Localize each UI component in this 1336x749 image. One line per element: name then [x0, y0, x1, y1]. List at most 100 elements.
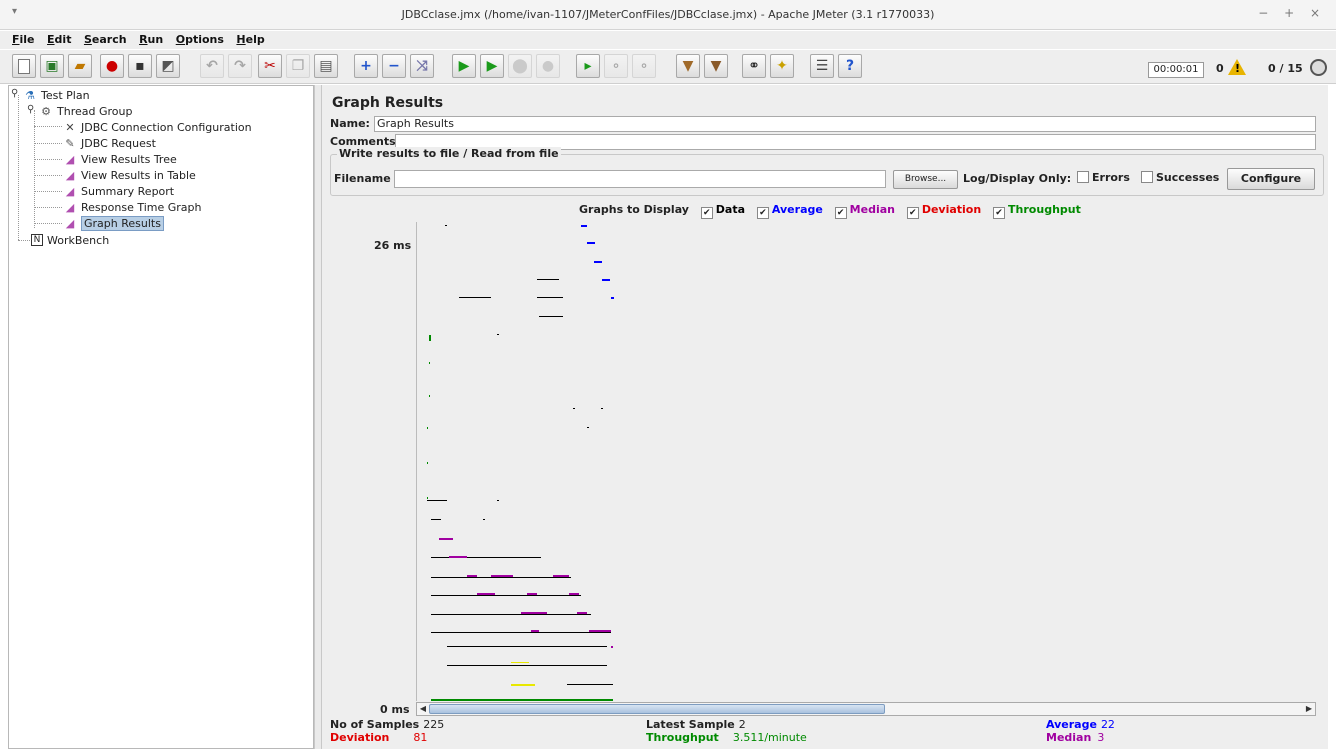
start-icon[interactable]: ▶ — [452, 54, 476, 78]
open-icon[interactable]: ▰ — [68, 54, 92, 78]
warning-icon[interactable] — [1228, 59, 1246, 75]
test-plan-icon: ⚗ — [25, 88, 35, 102]
stat-value: 3 — [1097, 731, 1105, 744]
toggle-icon[interactable]: ⤨ — [410, 54, 434, 78]
configure-button[interactable]: Configure — [1227, 168, 1315, 190]
pipette-icon: ✎ — [65, 136, 75, 150]
undo-icon[interactable]: ↶ — [200, 54, 224, 78]
tree-node-graph-results[interactable]: ◢ Graph Results — [63, 215, 164, 231]
average-mark — [602, 279, 610, 281]
graph-toggle-data[interactable]: ✔ Data — [700, 203, 746, 219]
listener-chart-icon: ◢ — [65, 184, 75, 198]
menu-file[interactable]: File — [12, 31, 35, 49]
errors-check-box[interactable] — [1077, 171, 1089, 183]
graph-toggle-throughput[interactable]: ✔ Throughput — [993, 203, 1081, 219]
menu-help[interactable]: Help — [236, 31, 264, 49]
shutdown-icon[interactable]: ● — [536, 54, 560, 78]
errors-checkbox[interactable]: Errors — [1077, 171, 1130, 184]
expand-toggle-icon[interactable]: ⚲ — [27, 104, 34, 115]
tree-node-workbench[interactable]: N WorkBench — [31, 232, 109, 248]
median-mark — [491, 575, 513, 577]
filename-input[interactable] — [394, 170, 886, 188]
function-helper-icon[interactable]: ☰ — [810, 54, 834, 78]
data-point — [447, 665, 607, 666]
data-point — [459, 297, 491, 298]
expand-all-icon[interactable]: + — [354, 54, 378, 78]
copy-icon[interactable]: ❐ — [286, 54, 310, 78]
tree-node-view-results-tree[interactable]: ◢ View Results Tree — [63, 151, 177, 167]
clear-icon[interactable]: ▼ — [676, 54, 700, 78]
cut-icon[interactable]: ✂ — [258, 54, 282, 78]
paste-icon[interactable]: ▤ — [314, 54, 338, 78]
tree-node-label: Summary Report — [81, 184, 175, 198]
graph-toggle-deviation[interactable]: ✔ Deviation — [906, 203, 982, 219]
deviation-mark — [511, 684, 535, 686]
filename-label: Filename — [334, 172, 391, 185]
error-count: 0 — [1216, 62, 1224, 75]
tree-node-thread-group[interactable]: ⚙ Thread Group — [39, 103, 132, 119]
window-controls[interactable]: − + × — [1258, 6, 1326, 20]
menu-run[interactable]: Run — [139, 31, 163, 49]
stop-icon[interactable]: ⬤ — [508, 54, 532, 78]
save-icon[interactable]: ▪ — [128, 54, 152, 78]
search-icon[interactable]: ⚭ — [742, 54, 766, 78]
clear-all-icon[interactable]: ▼ — [704, 54, 728, 78]
graph-plot-area — [416, 222, 1316, 701]
graph-toggle-label: Deviation — [921, 203, 982, 216]
scroll-right-icon[interactable]: ▶ — [1303, 703, 1315, 715]
tree-node-jdbc-request[interactable]: ✎ JDBC Request — [63, 135, 156, 151]
new-icon[interactable] — [12, 54, 36, 78]
help-icon[interactable]: ? — [838, 54, 862, 78]
reset-search-icon[interactable]: ✦ — [770, 54, 794, 78]
tree-node-label: Thread Group — [57, 104, 133, 118]
stat-label: Throughput — [646, 731, 719, 744]
expand-toggle-icon[interactable]: ⚲ — [11, 88, 18, 99]
successes-check-box[interactable] — [1141, 171, 1153, 183]
remote-start-icon[interactable]: ▸ — [576, 54, 600, 78]
median-mark — [577, 612, 587, 614]
median-mark — [569, 593, 579, 595]
menu-edit[interactable]: Edit — [47, 31, 71, 49]
graph-toggle-median[interactable]: ✔ Median — [834, 203, 895, 219]
start-no-pauses-icon[interactable]: ▶ — [480, 54, 504, 78]
remote-stop-icon[interactable]: ∘ — [604, 54, 628, 78]
data-point — [497, 334, 499, 335]
graph-horizontal-scrollbar[interactable]: ◀ ▶ — [416, 702, 1316, 716]
name-field[interactable]: Graph Results — [374, 116, 1316, 132]
listener-chart-icon: ◢ — [65, 200, 75, 214]
data-point — [497, 500, 499, 501]
scroll-left-icon[interactable]: ◀ — [417, 703, 429, 715]
tree-node-jdbc-connection-configuration[interactable]: ✕ JDBC Connection Configuration — [63, 119, 252, 135]
data-point — [447, 646, 607, 647]
close-icon[interactable]: ● — [100, 54, 124, 78]
graph-toggle-label: Median — [849, 203, 895, 216]
graphs-to-display-label: Graphs to Display — [579, 203, 689, 216]
graph-toggle-label: Data — [715, 203, 746, 216]
graph-toggle-average[interactable]: ✔ Average — [756, 203, 823, 219]
browse-button[interactable]: Browse... — [893, 170, 958, 189]
scrollbar-thumb[interactable] — [429, 704, 885, 714]
median-mark — [611, 646, 613, 648]
data-point — [483, 519, 485, 520]
file-group: Write results to file / Read from file F… — [330, 147, 1324, 196]
collapse-all-icon[interactable]: − — [382, 54, 406, 78]
tree-node-label: JDBC Connection Configuration — [81, 120, 252, 134]
errors-label: Errors — [1092, 171, 1130, 184]
stat-value: 81 — [413, 731, 428, 744]
stat-latest-sample: Latest Sample 2 — [646, 718, 746, 731]
tree-node-summary-report[interactable]: ◢ Summary Report — [63, 183, 174, 199]
tree-node-label: WorkBench — [47, 233, 110, 247]
tree-node-test-plan[interactable]: ⚗ Test Plan — [23, 87, 90, 103]
pane-splitter[interactable] — [314, 85, 322, 749]
menu-search[interactable]: Search — [84, 31, 127, 49]
menu-options[interactable]: Options — [176, 31, 224, 49]
templates-icon[interactable]: ▣ — [40, 54, 64, 78]
window-title-bar: ▾ JDBCclase.jmx (/home/ivan-1107/JMeterC… — [0, 0, 1336, 30]
tree-node-view-results-in-table[interactable]: ◢ View Results in Table — [63, 167, 196, 183]
remote-shutdown-icon[interactable]: ∘ — [632, 54, 656, 78]
remote-engines-icon[interactable] — [1310, 59, 1327, 76]
redo-icon[interactable]: ↷ — [228, 54, 252, 78]
tree-node-response-time-graph[interactable]: ◢ Response Time Graph — [63, 199, 202, 215]
save-as-icon[interactable]: ◩ — [156, 54, 180, 78]
successes-checkbox[interactable]: Successes — [1141, 171, 1219, 184]
